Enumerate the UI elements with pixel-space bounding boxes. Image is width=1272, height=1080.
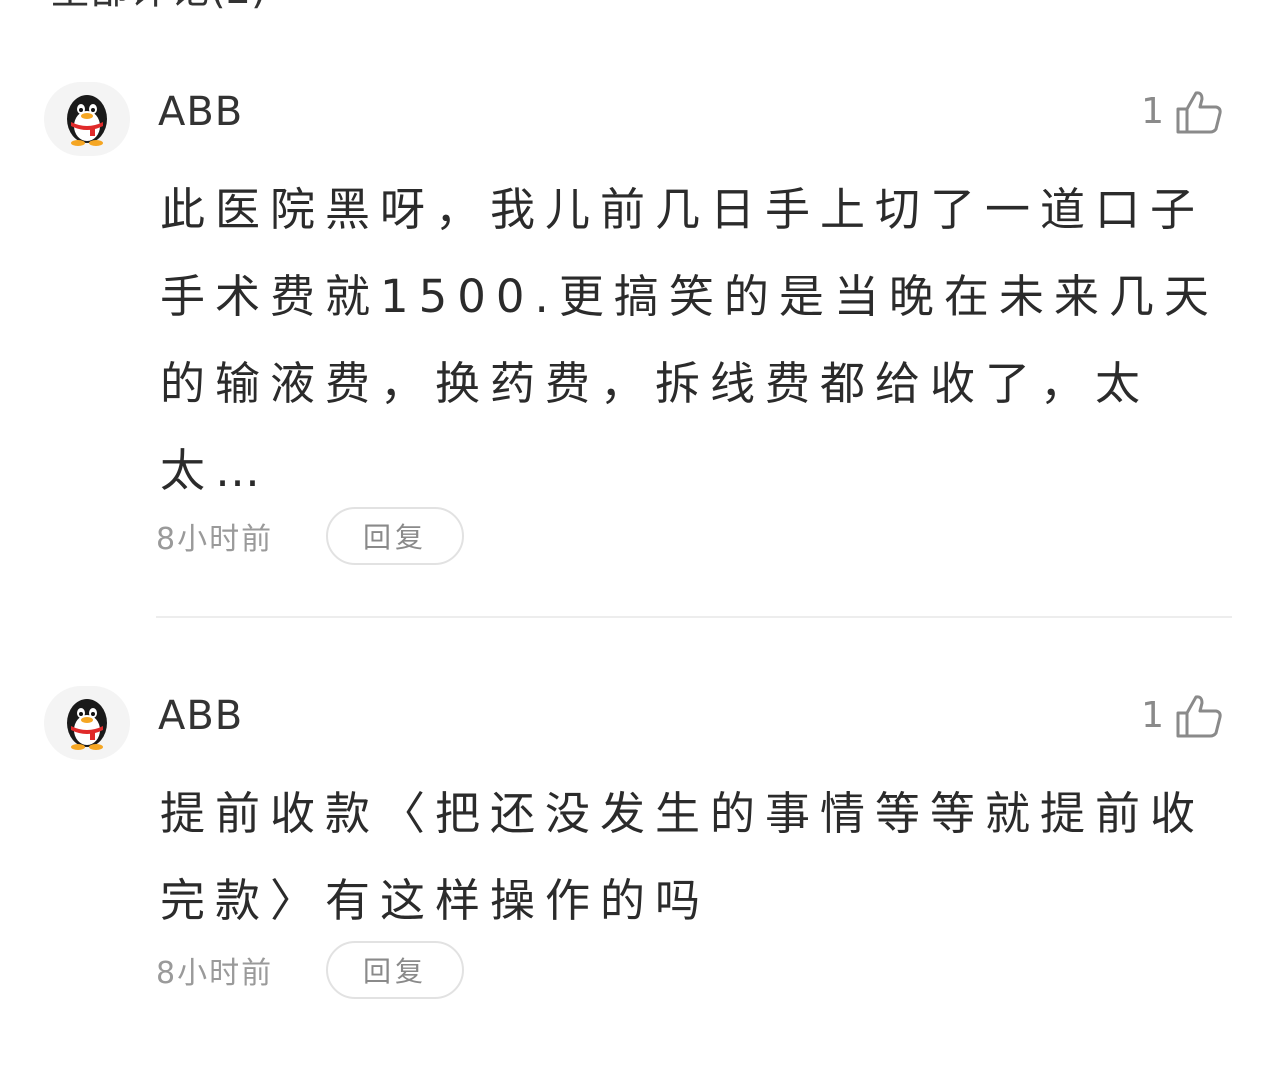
reply-button[interactable]: 回复 — [326, 507, 464, 565]
reply-button[interactable]: 回复 — [326, 941, 464, 999]
like-button[interactable]: 1 — [1141, 690, 1224, 742]
like-count: 1 — [1141, 91, 1164, 132]
thumbs-up-icon[interactable] — [1174, 89, 1224, 135]
penguin-avatar-icon — [67, 95, 107, 146]
like-count: 1 — [1141, 695, 1164, 736]
comment-meta: 8小时前 回复 — [156, 506, 464, 566]
user-avatar[interactable] — [44, 82, 130, 156]
user-avatar[interactable] — [44, 686, 130, 760]
comments-section-title: 全部评论(2) — [50, 0, 267, 10]
comment-text: 此医院黑呀，我儿前几日手上切了一道口子手术费就1500.更搞笑的是当晚在未来几天… — [160, 183, 1219, 497]
comment-timestamp: 8小时前 — [156, 522, 274, 557]
like-button[interactable]: 1 — [1141, 86, 1224, 138]
comment-text: 提前收款〈把还没发生的事情等等就提前收完款〉有这样操作的吗 — [160, 787, 1206, 927]
comment-meta: 8小时前 回复 — [156, 940, 464, 1000]
comment-username[interactable]: ABB — [158, 88, 243, 136]
thumbs-up-icon[interactable] — [1174, 693, 1224, 739]
comment-username[interactable]: ABB — [158, 692, 243, 740]
comment-timestamp: 8小时前 — [156, 956, 274, 991]
penguin-avatar-icon — [67, 699, 107, 750]
comment-divider — [156, 616, 1232, 618]
